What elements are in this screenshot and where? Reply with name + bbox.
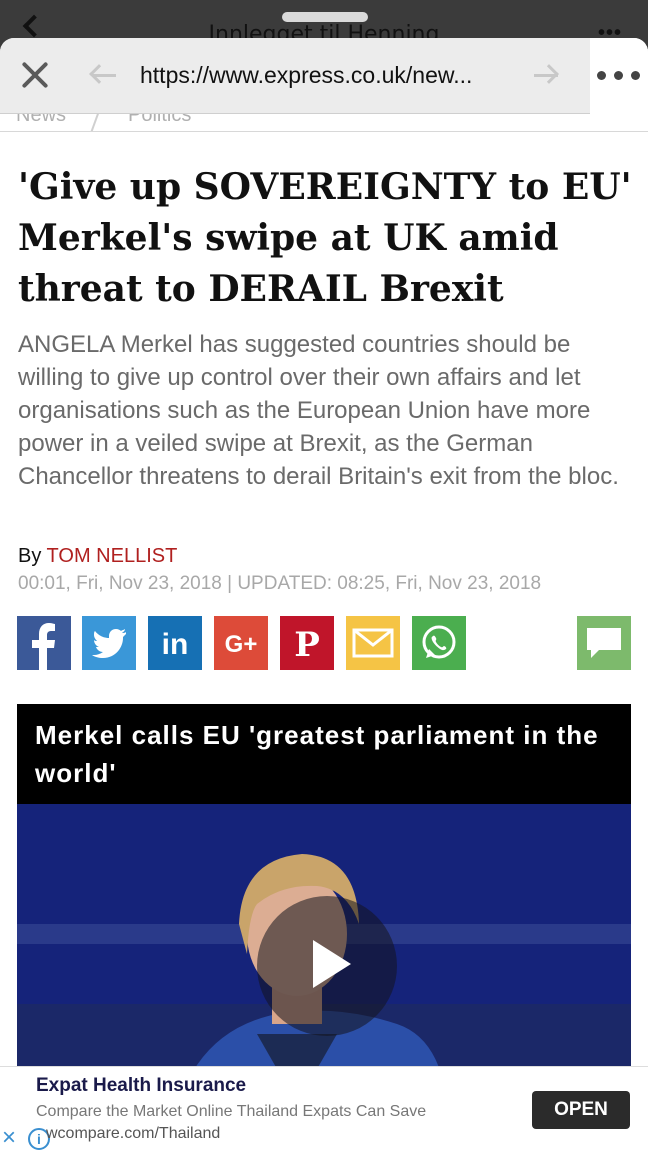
email-share-button[interactable] bbox=[346, 616, 400, 670]
svg-text:P: P bbox=[294, 625, 320, 665]
play-icon bbox=[313, 940, 351, 988]
linkedin-icon: in bbox=[148, 616, 202, 670]
dateline: 00:01, Fri, Nov 23, 2018 | UPDATED: 08:2… bbox=[18, 573, 542, 594]
tab-news[interactable]: News bbox=[16, 114, 66, 127]
browser-sheet: https://www.express.co.uk/new... News Po… bbox=[0, 38, 648, 1152]
sheet-grab-handle[interactable] bbox=[282, 12, 368, 22]
url-bar: https://www.express.co.uk/new... bbox=[0, 38, 648, 114]
arrow-left-icon[interactable] bbox=[88, 64, 118, 86]
byline-prefix: By bbox=[18, 545, 42, 567]
author-link[interactable]: TOM NELLIST bbox=[47, 545, 178, 567]
ad-url: wcompare.com/Thailand bbox=[46, 1125, 221, 1142]
article-lede: ANGELA Merkel has suggested countries sh… bbox=[18, 331, 619, 490]
twitter-share-button[interactable] bbox=[82, 616, 136, 670]
comment-bubble-icon bbox=[577, 616, 631, 670]
facebook-icon bbox=[17, 616, 71, 670]
pinterest-icon: P bbox=[280, 616, 334, 670]
byline: By TOM NELLIST bbox=[18, 545, 177, 568]
more-dots-icon[interactable] bbox=[590, 38, 648, 114]
ad-title[interactable]: Expat Health Insurance bbox=[36, 1075, 246, 1097]
screen: Innlegget til Henning ••• https://www.ex… bbox=[0, 0, 648, 1152]
google-plus-share-button[interactable]: G+ bbox=[214, 616, 268, 670]
linkedin-share-button[interactable]: in bbox=[148, 616, 202, 670]
twitter-icon bbox=[82, 616, 136, 670]
arrow-right-icon[interactable] bbox=[530, 64, 560, 86]
video-title: Merkel calls EU 'greatest parliament in … bbox=[35, 720, 599, 788]
ad-open-button[interactable]: OPEN bbox=[532, 1091, 630, 1129]
section-nav: News Politics bbox=[0, 114, 648, 132]
ad-description: Compare the Market Online Thailand Expat… bbox=[36, 1103, 427, 1120]
ad-close-icon[interactable]: × bbox=[2, 1126, 22, 1150]
facebook-share-button[interactable] bbox=[17, 616, 71, 670]
comments-button[interactable] bbox=[577, 616, 631, 670]
email-icon bbox=[346, 616, 400, 670]
svg-text:G+: G+ bbox=[225, 631, 258, 658]
url-text[interactable]: https://www.express.co.uk/new... bbox=[140, 62, 472, 89]
nav-divider bbox=[89, 114, 101, 132]
whatsapp-icon bbox=[412, 616, 466, 670]
tab-politics[interactable]: Politics bbox=[128, 114, 191, 127]
svg-text:in: in bbox=[162, 628, 189, 661]
article: 'Give up SOVEREIGNTY to EU' Merkel's swi… bbox=[0, 132, 648, 1152]
ad-banner[interactable]: Expat Health Insurance Compare the Marke… bbox=[0, 1066, 648, 1152]
google-plus-icon: G+ bbox=[214, 616, 268, 670]
article-headline: 'Give up SOVEREIGNTY to EU' Merkel's swi… bbox=[18, 166, 632, 310]
whatsapp-share-button[interactable] bbox=[412, 616, 466, 670]
close-icon[interactable] bbox=[20, 60, 50, 90]
play-button[interactable] bbox=[257, 896, 397, 1036]
pinterest-share-button[interactable]: P bbox=[280, 616, 334, 670]
